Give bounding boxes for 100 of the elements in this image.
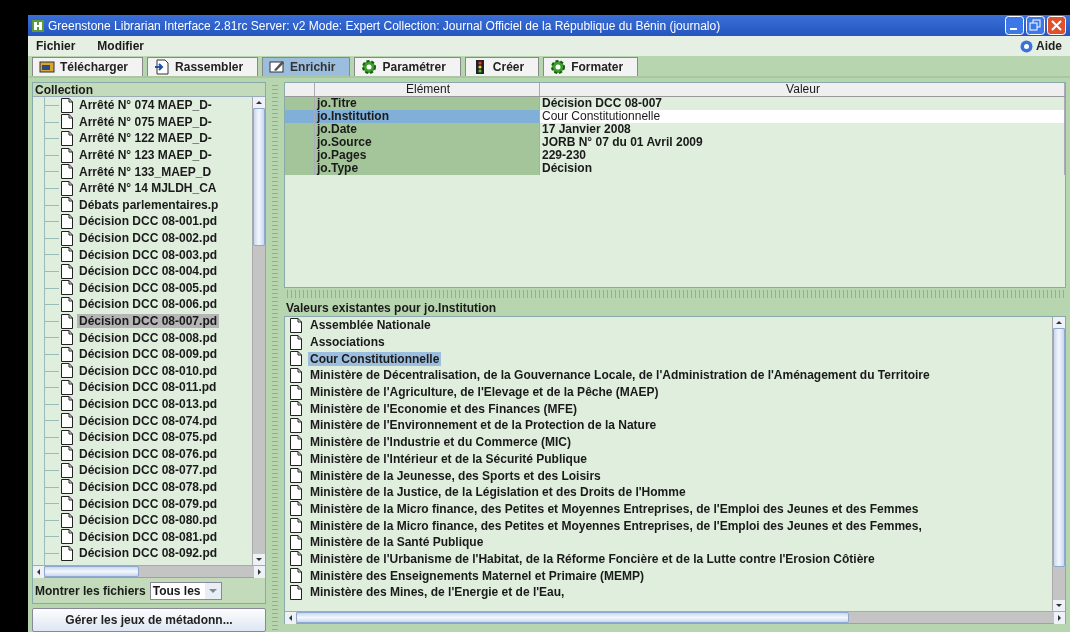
restore-icon[interactable] xyxy=(1026,16,1045,35)
tab[interactable]: Enrichir xyxy=(262,57,351,76)
tree-item[interactable]: Décision DCC 08-080.pd xyxy=(77,513,220,528)
row-header[interactable] xyxy=(285,162,315,175)
file-icon xyxy=(61,512,73,528)
table-cell[interactable]: JORB N° 07 du 01 Avril 2009 xyxy=(540,136,1065,149)
file-icon xyxy=(61,363,73,379)
tree-item[interactable]: Arrêté N° 122 MAEP_D- xyxy=(77,131,214,146)
tab[interactable]: Télécharger xyxy=(32,57,144,76)
filter-dropdown[interactable]: Tous les xyxy=(149,581,222,600)
file-icon xyxy=(290,334,302,350)
tree-item[interactable]: Arrêté N° 123 MAEP_D- xyxy=(77,148,214,163)
file-icon xyxy=(61,496,73,512)
scroll-down-icon xyxy=(253,554,265,565)
horizontal-scrollbar[interactable] xyxy=(285,611,1065,623)
list-item[interactable]: Associations xyxy=(308,335,387,350)
list-item[interactable]: Ministère de Décentralisation, de la Gouvernance Locale, de l'Administration de l'Aménagement du Territoire xyxy=(308,368,932,383)
tree-item[interactable]: Décision DCC 08-075.pd xyxy=(77,430,220,445)
list-item[interactable]: Ministère de la Santé Publique xyxy=(308,535,486,550)
list-item[interactable]: Ministère de l'Industrie et du Commerce (MIC) xyxy=(308,435,573,450)
column-header[interactable]: Elément xyxy=(315,83,540,96)
table-cell[interactable]: jo.Source xyxy=(315,136,540,149)
list-item[interactable]: Ministère de la Micro finance, des Petites et Moyennes Entreprises, de l'Emploi des Jeunes et des Femmes, xyxy=(308,518,924,533)
tab[interactable]: Formater xyxy=(543,57,639,76)
dropdown-caret-icon xyxy=(204,582,221,599)
file-icon xyxy=(290,417,302,433)
manage-metadata-button[interactable]: Gérer les jeux de métadonn... xyxy=(32,608,266,632)
tree-item[interactable]: Décision DCC 08-003.pd xyxy=(77,247,220,262)
tree-item[interactable]: Décision DCC 08-074.pd xyxy=(77,413,220,428)
list-item[interactable]: Ministère de l'Agriculture, de l'Elevage et de la Pêche (MAEP) xyxy=(308,385,661,400)
list-item[interactable]: Ministère de la Micro finance, des Petites et Moyennes Entreprises, de l'Emploi des Jeunes et des Femmes xyxy=(308,501,921,516)
tree-item[interactable]: Arrêté N° 133_MAEP_D xyxy=(77,164,214,179)
tree-item[interactable]: Décision DCC 08-092.pd xyxy=(77,546,220,561)
tree-item[interactable]: Arrêté N° 074 MAEP_D- xyxy=(77,98,214,113)
tree-item[interactable]: Décision DCC 08-004.pd xyxy=(77,264,220,279)
file-icon xyxy=(61,529,73,545)
table-cell[interactable]: jo.Pages xyxy=(315,149,540,162)
file-icon xyxy=(61,230,73,246)
column-header[interactable]: Valeur xyxy=(540,83,1065,96)
tree-item[interactable]: Décision DCC 08-002.pd xyxy=(77,231,220,246)
value-input-field[interactable]: Cour Constitutionnelle xyxy=(540,110,1065,123)
tree-item[interactable]: Décision DCC 08-001.pd xyxy=(77,214,220,229)
list-item[interactable]: Ministère de l'Urbanisme de l'Habitat, de la Réforme Foncière et de la Lutte contre l'Erosion Côtière xyxy=(308,551,877,566)
list-item[interactable]: Ministère de l'Environnement et de la Protection de la Nature xyxy=(308,418,659,433)
tree-item[interactable]: Décision DCC 08-008.pd xyxy=(77,330,220,345)
file-icon xyxy=(61,197,73,213)
vertical-scrollbar[interactable] xyxy=(252,97,265,565)
menu-item[interactable]: Fichier xyxy=(36,39,76,53)
splitter-handle[interactable] xyxy=(284,290,1066,298)
list-item[interactable]: Ministère de l'Economie et des Finances (MFE) xyxy=(308,401,579,416)
list-item[interactable]: Ministère de l'Intérieur et de la Sécurité Publique xyxy=(308,451,589,466)
list-item[interactable]: Ministère des Enseignements Maternel et Primaire (MEMP) xyxy=(308,568,647,583)
tab[interactable]: Paramétrer xyxy=(354,57,461,76)
file-icon xyxy=(290,501,302,517)
file-icon xyxy=(61,247,73,263)
scroll-down-icon xyxy=(1053,600,1065,611)
scroll-up-icon xyxy=(253,97,265,108)
tree-item[interactable]: Décision DCC 08-010.pd xyxy=(77,363,220,378)
minimize-icon[interactable] xyxy=(1005,16,1024,35)
tree-item[interactable]: Décision DCC 08-007.pd xyxy=(77,314,220,328)
horizontal-scrollbar[interactable] xyxy=(33,565,265,577)
tree-item[interactable]: Décision DCC 08-005.pd xyxy=(77,280,220,295)
tree-item[interactable]: Décision DCC 08-076.pd xyxy=(77,446,220,461)
list-item[interactable]: Ministère de la Jeunesse, des Sports et des Loisirs xyxy=(308,468,603,483)
list-item[interactable]: Ministère de la Justice, de la Législation et des Droits de l'Homme xyxy=(308,485,688,500)
tree-item[interactable]: Décision DCC 08-006.pd xyxy=(77,297,220,312)
tree-item[interactable]: Décision DCC 08-011.pd xyxy=(77,380,219,395)
list-item[interactable]: Ministère des Mines, de l'Energie et de l'Eau, xyxy=(308,585,567,600)
table-cell[interactable]: jo.Titre xyxy=(315,97,540,110)
list-item[interactable]: Assemblée Nationale xyxy=(308,318,433,333)
list-item[interactable]: Cour Constitutionnelle xyxy=(308,351,442,366)
table-cell[interactable]: Décision xyxy=(540,162,1065,175)
row-header[interactable] xyxy=(285,97,315,110)
tree-item[interactable]: Décision DCC 08-078.pd xyxy=(77,479,220,494)
file-icon xyxy=(290,317,302,333)
table-cell[interactable]: jo.Date xyxy=(315,123,540,136)
tree-item[interactable]: Décision DCC 08-077.pd xyxy=(77,463,220,478)
menu-item[interactable]: Modifier xyxy=(97,39,145,53)
table-cell[interactable]: Décision DCC 08-007 xyxy=(540,97,1065,110)
tab[interactable]: Rassembler xyxy=(147,57,259,76)
file-icon xyxy=(61,313,73,329)
tree-item[interactable]: Arrêté N° 075 MAEP_D- xyxy=(77,114,214,129)
tree-item[interactable]: Décision DCC 08-079.pd xyxy=(77,496,220,511)
row-header[interactable] xyxy=(285,110,315,123)
help-menu[interactable]: Aide xyxy=(1036,39,1062,53)
file-icon xyxy=(61,446,73,462)
scroll-right-icon xyxy=(1054,612,1065,624)
close-icon[interactable] xyxy=(1047,16,1066,35)
row-header[interactable] xyxy=(285,123,315,136)
tree-item[interactable]: Arrêté N° 14 MJLDH_CA xyxy=(77,181,219,196)
tree-item[interactable]: Décision DCC 08-013.pd xyxy=(77,397,220,411)
tree-item[interactable]: Débats parlementaires.p xyxy=(77,197,221,212)
table-cell[interactable]: 229-230 xyxy=(540,149,1065,162)
tree-item[interactable]: Décision DCC 08-081.pd xyxy=(77,529,220,544)
tab[interactable]: Créer xyxy=(464,57,540,76)
table-cell[interactable]: 17 Janvier 2008 xyxy=(540,123,1065,136)
tree-item[interactable]: Décision DCC 08-009.pd xyxy=(77,347,220,362)
vertical-scrollbar[interactable] xyxy=(1052,317,1065,611)
table-cell[interactable]: jo.Type xyxy=(315,162,540,175)
table-cell[interactable]: jo.Institution xyxy=(315,110,540,123)
